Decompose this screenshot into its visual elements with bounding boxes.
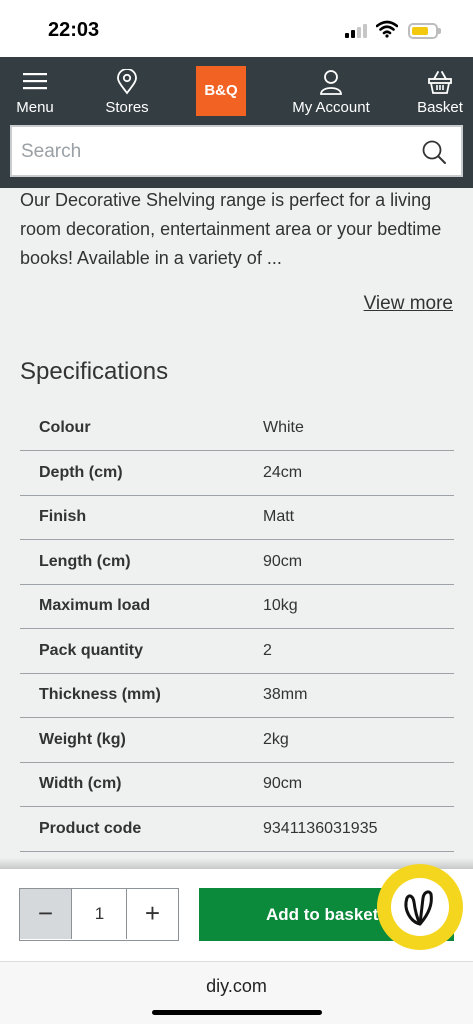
spec-value: 2 bbox=[263, 628, 454, 674]
spec-key: Product code bbox=[20, 806, 263, 852]
spec-row: Maximum load 10kg bbox=[20, 584, 454, 629]
spec-key: Finish bbox=[20, 495, 263, 540]
specifications-heading: Specifications bbox=[20, 358, 169, 385]
home-indicator bbox=[152, 1010, 322, 1015]
battery-icon bbox=[408, 23, 441, 39]
basket-button[interactable]: Basket bbox=[395, 65, 473, 117]
bq-logo[interactable]: B&Q bbox=[196, 66, 246, 116]
spec-value: 9341136031935 bbox=[263, 806, 454, 852]
stores-label: Stores bbox=[105, 99, 149, 116]
hamburger-menu-icon bbox=[23, 73, 47, 90]
logo-text: B&Q bbox=[204, 82, 238, 99]
status-time: 22:03 bbox=[48, 19, 100, 41]
stores-button[interactable]: Stores bbox=[82, 65, 172, 117]
chat-widget-inner bbox=[391, 878, 449, 936]
site-header: Menu Stores B&Q My Account Basket bbox=[0, 57, 473, 188]
quantity-stepper: − 1 + bbox=[19, 888, 179, 941]
basket-label: Basket bbox=[417, 99, 463, 116]
spec-row: Length (cm) 90cm bbox=[20, 539, 454, 585]
search-input[interactable] bbox=[21, 139, 411, 165]
spec-key: Depth (cm) bbox=[20, 450, 263, 496]
my-account-label: My Account bbox=[292, 99, 370, 116]
spec-row: Depth (cm) 24cm bbox=[20, 450, 454, 496]
spec-value: 90cm bbox=[263, 762, 454, 807]
spec-value: White bbox=[263, 406, 454, 451]
decrease-quantity-button[interactable]: − bbox=[20, 889, 72, 939]
user-icon bbox=[320, 70, 342, 95]
url-text[interactable]: diy.com bbox=[0, 976, 473, 997]
spec-key: Length (cm) bbox=[20, 539, 263, 585]
spec-row: Width (cm) 90cm bbox=[20, 762, 454, 807]
spec-row: Finish Matt bbox=[20, 495, 454, 540]
specifications-table: Colour White Depth (cm) 24cm Finish Matt Le… bbox=[20, 406, 454, 852]
spec-key: Colour bbox=[20, 406, 263, 451]
spec-value: 24cm bbox=[263, 450, 454, 496]
spec-value: 2kg bbox=[263, 717, 454, 763]
spec-row: Thickness (mm) 38mm bbox=[20, 673, 454, 718]
quantity-field[interactable]: 1 bbox=[72, 889, 127, 939]
increase-quantity-button[interactable]: + bbox=[126, 889, 178, 939]
spec-value: 90cm bbox=[263, 539, 454, 585]
spec-key: Weight (kg) bbox=[20, 717, 263, 763]
spec-key: Pack quantity bbox=[20, 628, 263, 674]
wifi-icon bbox=[376, 20, 398, 38]
status-bar: 22:03 bbox=[0, 0, 473, 57]
cellular-signal-icon bbox=[345, 24, 369, 38]
spec-key: Maximum load bbox=[20, 584, 263, 629]
spec-row: Pack quantity 2 bbox=[20, 628, 454, 674]
spec-value: 38mm bbox=[263, 673, 454, 718]
spec-key: Thickness (mm) bbox=[20, 673, 263, 718]
view-more-link[interactable]: View more bbox=[364, 293, 453, 315]
menu-button[interactable]: Menu bbox=[0, 65, 80, 117]
my-account-button[interactable]: My Account bbox=[286, 65, 376, 117]
menu-label: Menu bbox=[16, 99, 54, 116]
spec-value: 10kg bbox=[263, 584, 454, 629]
spec-row: Colour White bbox=[20, 406, 454, 451]
spec-row: Weight (kg) 2kg bbox=[20, 717, 454, 763]
location-pin-icon bbox=[117, 69, 137, 95]
basket-icon bbox=[428, 71, 452, 94]
heart-scribble-icon bbox=[404, 890, 433, 926]
browser-address-bar: diy.com bbox=[0, 961, 473, 1024]
search-icon[interactable] bbox=[421, 139, 447, 165]
spec-value: Matt bbox=[263, 495, 454, 540]
search-box bbox=[10, 125, 463, 177]
spec-row: Product code 9341136031935 bbox=[20, 806, 454, 852]
spec-key: Width (cm) bbox=[20, 762, 263, 807]
product-description: Our Decorative Shelving range is perfect… bbox=[20, 190, 442, 268]
chat-widget-button[interactable] bbox=[377, 864, 463, 950]
